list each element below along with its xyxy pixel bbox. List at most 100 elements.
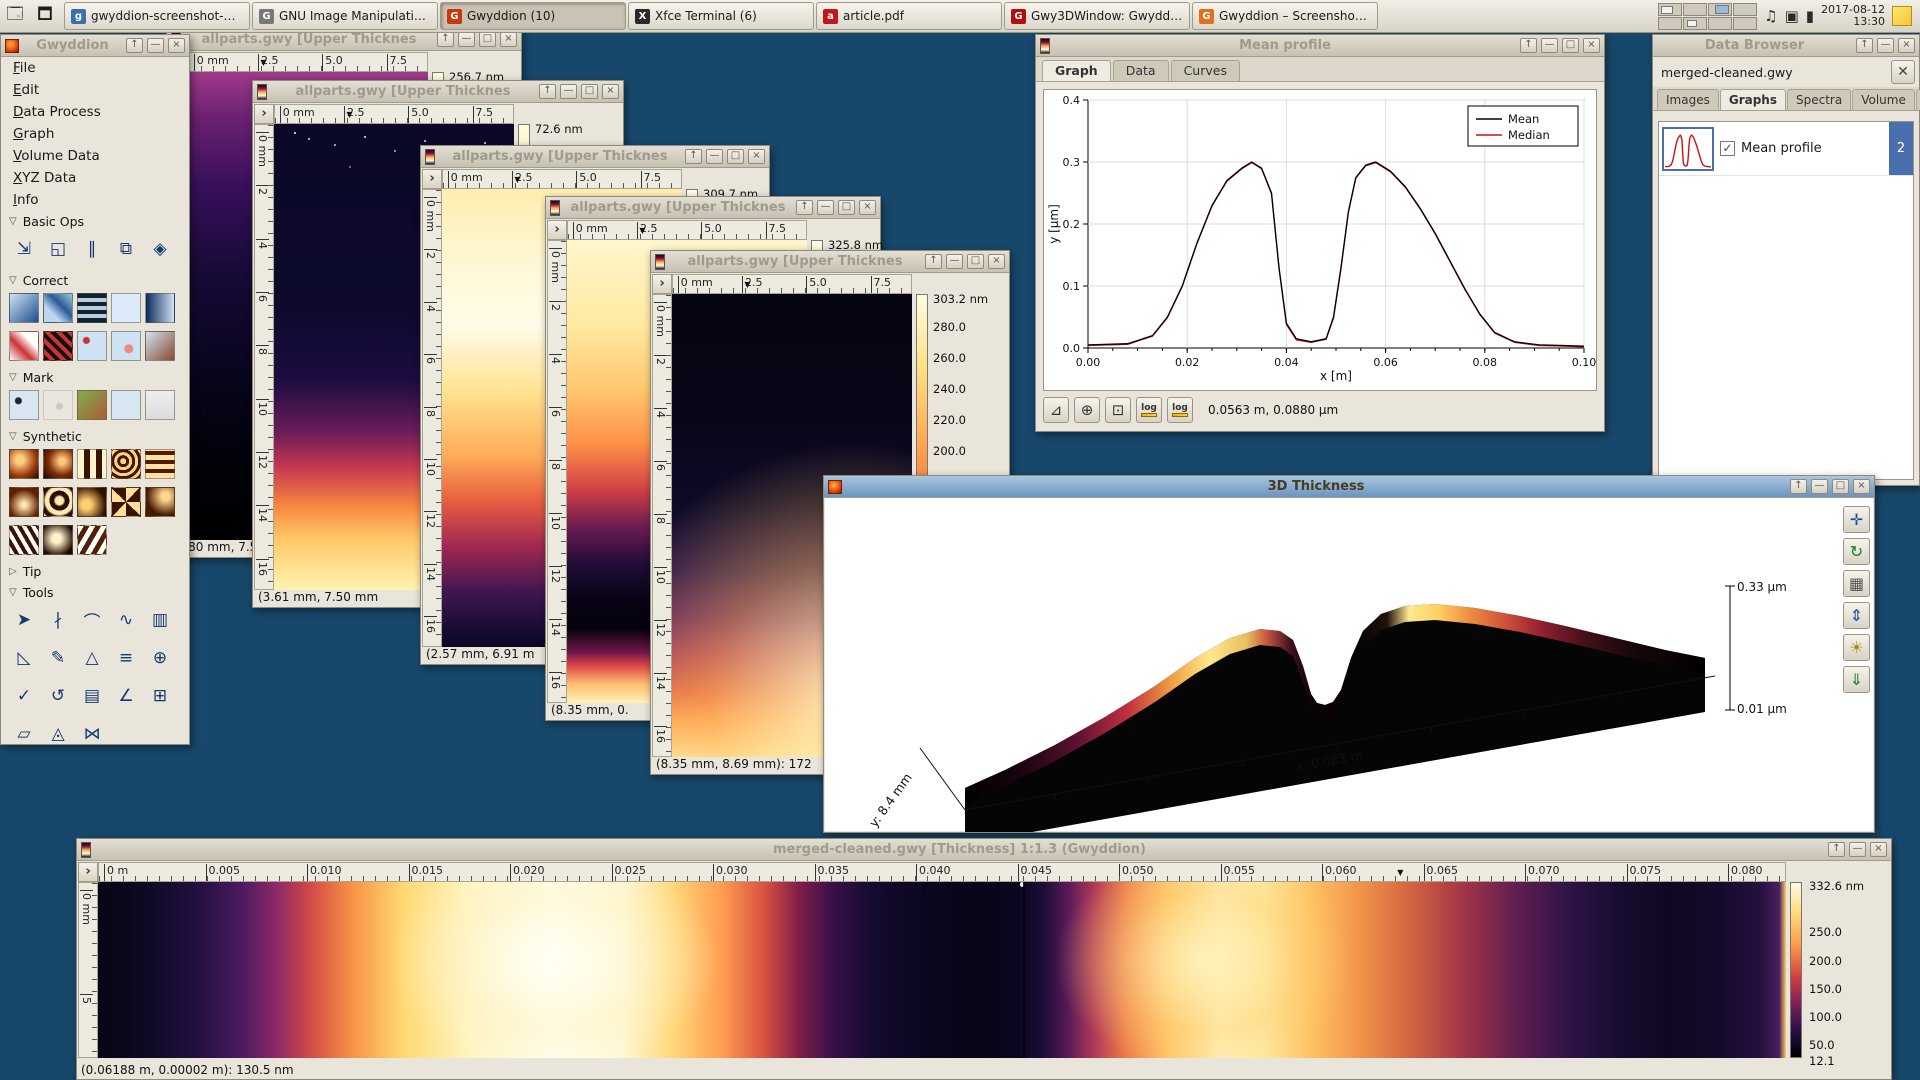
- maximize-icon[interactable]: □: [479, 32, 496, 47]
- detach-arrow-button[interactable]: ›: [78, 862, 98, 882]
- taskbar-button[interactable]: aarticle.pdf: [816, 2, 1002, 30]
- correct-tool-icon[interactable]: [145, 331, 175, 361]
- basic-ops-tool-icon[interactable]: ⇲: [9, 234, 39, 264]
- graph-titlebar[interactable]: Mean profile ↑ — □ ×: [1036, 35, 1604, 57]
- tab-curves[interactable]: Curves: [1171, 60, 1240, 81]
- section-expander-correct[interactable]: ▽Correct: [1, 270, 189, 291]
- synthetic-tool-icon[interactable]: [77, 487, 107, 517]
- basic-ops-tool-icon[interactable]: ⧉: [111, 234, 141, 264]
- tools-tool-icon[interactable]: ◺: [9, 643, 39, 673]
- close-file-icon[interactable]: ✕: [1891, 60, 1915, 84]
- browser-tab-xyz[interactable]: XYZ: [1916, 89, 1920, 110]
- correct-tool-icon[interactable]: [43, 331, 73, 361]
- synthetic-tool-icon[interactable]: [145, 449, 175, 479]
- correct-tool-icon[interactable]: [9, 331, 39, 361]
- tools-tool-icon[interactable]: ➤: [9, 605, 39, 635]
- close-icon[interactable]: ×: [1870, 842, 1887, 857]
- tab-data[interactable]: Data: [1113, 60, 1169, 81]
- minimize-icon[interactable]: —: [560, 84, 577, 99]
- data-window-titlebar[interactable]: allparts.gwy [Upper Thicknes↑—□×: [546, 197, 880, 219]
- detach-arrow-button[interactable]: ›: [652, 274, 672, 294]
- taskbar-button[interactable]: GGNU Image Manipulatio...: [252, 2, 438, 30]
- tools-tool-icon[interactable]: ↺: [43, 681, 73, 711]
- move-icon[interactable]: ✛: [1843, 506, 1870, 533]
- close-icon[interactable]: ×: [988, 254, 1005, 269]
- menu-item-volume-data[interactable]: Volume Data: [1, 145, 189, 167]
- synthetic-tool-icon[interactable]: [9, 525, 39, 555]
- menu-item-xyz-data[interactable]: XYZ Data: [1, 167, 189, 189]
- mark-tool-icon[interactable]: [9, 390, 39, 420]
- y-log-toggle[interactable]: log: [1167, 397, 1193, 423]
- basic-ops-tool-icon[interactable]: ◱: [43, 234, 73, 264]
- toolbox-titlebar[interactable]: Gwyddion ↑ — ×: [1, 35, 189, 57]
- shade-icon[interactable]: ↑: [685, 149, 702, 164]
- minimize-icon[interactable]: —: [706, 149, 723, 164]
- data-window-titlebar[interactable]: allparts.gwy [Upper Thicknes↑—□×: [421, 146, 769, 168]
- section-expander-synthetic[interactable]: ▽Synthetic: [1, 426, 189, 447]
- taskbar-button[interactable]: GGwyddion (10): [440, 2, 626, 30]
- tab-graph[interactable]: Graph: [1042, 60, 1111, 81]
- taskbar-button[interactable]: GGwyddion – Screenshots...: [1192, 2, 1378, 30]
- workspace-cell[interactable]: [1683, 3, 1707, 16]
- minimize-icon[interactable]: —: [946, 254, 963, 269]
- tools-tool-icon[interactable]: ≡: [111, 643, 141, 673]
- detach-arrow-button[interactable]: ›: [254, 104, 274, 124]
- minimize-icon[interactable]: —: [1811, 479, 1828, 494]
- browser-tab-graphs[interactable]: Graphs: [1720, 89, 1786, 110]
- battery-icon[interactable]: ▮: [1806, 7, 1814, 25]
- tools-tool-icon[interactable]: ▤: [77, 681, 107, 711]
- workspace-cell[interactable]: [1658, 3, 1682, 16]
- shade-icon[interactable]: ↑: [796, 200, 813, 215]
- tools-tool-icon[interactable]: ⊕: [145, 643, 175, 673]
- minimize-icon[interactable]: —: [1541, 38, 1558, 53]
- zoom-in-icon[interactable]: ⊕: [1074, 397, 1100, 423]
- shade-icon[interactable]: ↑: [437, 32, 454, 47]
- maximize-icon[interactable]: □: [1562, 38, 1579, 53]
- shade-icon[interactable]: ↑: [539, 84, 556, 99]
- tools-tool-icon[interactable]: ⊞: [145, 681, 175, 711]
- section-expander-tip[interactable]: ▷Tip: [1, 561, 189, 582]
- light-icon[interactable]: ☀: [1843, 634, 1870, 661]
- mark-tool-icon[interactable]: [77, 390, 107, 420]
- volume-icon[interactable]: ♫: [1764, 7, 1777, 25]
- minimize-icon[interactable]: —: [1849, 842, 1866, 857]
- tools-tool-icon[interactable]: ∤: [43, 605, 73, 635]
- menu-item-data-process[interactable]: Data Process: [1, 101, 189, 123]
- minimize-icon[interactable]: —: [147, 38, 164, 53]
- applications-launcher-icon[interactable]: 🗔: [0, 0, 30, 32]
- synthetic-tool-icon[interactable]: [145, 487, 175, 517]
- data-window-titlebar[interactable]: allparts.gwy [Upper Thicknes↑—□×: [253, 81, 623, 103]
- close-icon[interactable]: ×: [859, 200, 876, 215]
- mark-tool-icon[interactable]: [43, 390, 73, 420]
- scale-view-icon[interactable]: ▦: [1843, 570, 1870, 597]
- minimize-icon[interactable]: —: [817, 200, 834, 215]
- close-icon[interactable]: ×: [1853, 479, 1870, 494]
- correct-tool-icon[interactable]: [9, 293, 39, 323]
- correct-tool-icon[interactable]: [111, 293, 141, 323]
- detach-arrow-button[interactable]: ›: [422, 169, 442, 189]
- maximize-icon[interactable]: □: [838, 200, 855, 215]
- synthetic-tool-icon[interactable]: [111, 487, 141, 517]
- shade-icon[interactable]: ↑: [1790, 479, 1807, 494]
- maximize-icon[interactable]: □: [967, 254, 984, 269]
- notes-icon[interactable]: [1892, 6, 1912, 26]
- taskbar-button[interactable]: GGwy3DWindow: Gwyddio...: [1004, 2, 1190, 30]
- section-expander-basic-ops[interactable]: ▽Basic Ops: [1, 211, 189, 232]
- section-expander-mark[interactable]: ▽Mark: [1, 367, 189, 388]
- x-log-toggle[interactable]: log: [1136, 397, 1162, 423]
- graph-list-item[interactable]: ✓Mean profile2: [1659, 122, 1913, 176]
- close-icon[interactable]: ×: [1583, 38, 1600, 53]
- synthetic-tool-icon[interactable]: [43, 525, 73, 555]
- tools-tool-icon[interactable]: △: [77, 643, 107, 673]
- maximize-icon[interactable]: □: [1832, 479, 1849, 494]
- maximize-icon[interactable]: □: [727, 149, 744, 164]
- synthetic-tool-icon[interactable]: [43, 449, 73, 479]
- tools-tool-icon[interactable]: ▥: [145, 605, 175, 635]
- rotate-icon[interactable]: ↻: [1843, 538, 1870, 565]
- tools-tool-icon[interactable]: ∿: [111, 605, 141, 635]
- close-icon[interactable]: ×: [748, 149, 765, 164]
- shade-icon[interactable]: ↑: [1856, 38, 1873, 53]
- synthetic-tool-icon[interactable]: [9, 487, 39, 517]
- correct-tool-icon[interactable]: [43, 293, 73, 323]
- section-expander-tools[interactable]: ▽Tools: [1, 582, 189, 603]
